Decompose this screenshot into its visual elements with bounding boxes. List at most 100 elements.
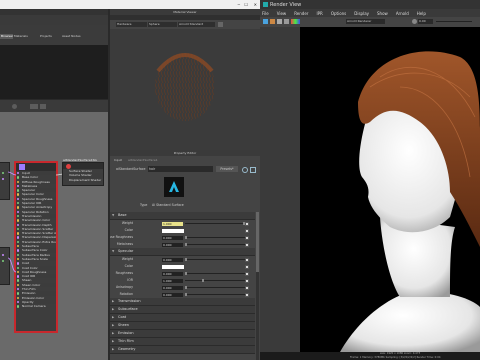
attribute-value-field[interactable]: 1.000 <box>162 221 183 226</box>
color-swatch[interactable] <box>162 228 184 233</box>
menu-arnold[interactable]: Arnold <box>396 11 409 16</box>
tab-shader[interactable]: aiStandardSurface1 <box>128 157 158 163</box>
slider-thumb[interactable] <box>185 243 187 246</box>
presets-button[interactable]: Presets* <box>216 166 238 172</box>
sg-attr[interactable]: Displacement Shader <box>63 178 103 182</box>
attribute-slider[interactable] <box>185 293 245 296</box>
attribute-slider[interactable] <box>185 258 245 261</box>
maximize-button[interactable]: ☐ <box>244 0 248 9</box>
link-icon[interactable] <box>242 167 248 173</box>
map-button-icon[interactable] <box>245 292 249 297</box>
section-thin-film[interactable]: Thin Film <box>110 338 255 346</box>
menu-file[interactable]: File <box>262 11 269 16</box>
attribute-value-field[interactable]: 0.000 <box>162 257 183 262</box>
attribute-value-field[interactable]: 1.000 <box>162 278 183 283</box>
browser-panel: Browser Materials Projects Asset Nodes <box>0 9 108 99</box>
section-sheen[interactable]: Sheen <box>110 322 255 330</box>
attribute-slider[interactable] <box>185 286 245 289</box>
attribute-slider[interactable] <box>185 272 245 275</box>
slider-thumb[interactable] <box>185 293 187 296</box>
refresh-icon[interactable] <box>250 167 256 173</box>
exposure-slider[interactable] <box>436 21 472 22</box>
map-button-icon[interactable] <box>245 278 249 283</box>
snapshot-icon[interactable] <box>284 19 289 24</box>
attribute-value-field[interactable]: 0.000 <box>162 285 183 290</box>
attribute-value-field[interactable]: 0.000 <box>162 235 183 240</box>
tab-materials[interactable]: Materials <box>14 34 28 39</box>
attribute-value-field[interactable]: 0.000 <box>162 271 183 276</box>
slider-thumb[interactable] <box>185 258 187 261</box>
refresh-icon[interactable] <box>277 19 282 24</box>
tab-asset-nodes[interactable]: Asset Nodes <box>62 34 81 39</box>
map-button-icon[interactable] <box>245 242 249 247</box>
attribute-label: Diffuse Roughness <box>110 235 133 239</box>
slider-thumb[interactable] <box>202 279 205 282</box>
section-subsurface[interactable]: Subsurface <box>110 306 255 314</box>
layout-icon[interactable] <box>30 104 38 109</box>
map-button-icon[interactable] <box>245 285 249 290</box>
map-button-icon[interactable] <box>245 235 249 240</box>
map-button-icon[interactable] <box>245 257 249 262</box>
shader-name-field[interactable]: hair <box>148 166 213 172</box>
menu-display[interactable]: Display <box>354 11 369 16</box>
attribute-row: Anisotropy 0.000 <box>110 284 255 291</box>
minimize-button[interactable]: ─ <box>238 0 240 9</box>
menu-view[interactable]: View <box>277 11 287 16</box>
rgb-icon[interactable] <box>291 19 300 24</box>
section-transmission[interactable]: Transmission <box>110 298 255 306</box>
render-view-statusbar: size: 1920 x 1080 zoom: 0.473 Frame: 1 M… <box>260 352 480 360</box>
renderer-dropdown[interactable]: Arnold Renderer <box>346 19 385 24</box>
map-button-icon[interactable] <box>245 264 249 269</box>
section-specular[interactable]: Specular <box>110 248 255 256</box>
hypershade-window: ─ ☐ ✕ Browser Materials Projects Asset N… <box>0 0 260 360</box>
renderer-dropdown[interactable]: Hardware <box>116 22 147 27</box>
tab-input[interactable]: Input <box>114 157 122 163</box>
slider-thumb[interactable] <box>185 272 187 275</box>
menu-ipr[interactable]: IPR <box>316 11 322 16</box>
property-scrollbar[interactable] <box>256 212 259 360</box>
menu-help[interactable]: Help <box>417 11 426 16</box>
attribute-label: Roughness <box>115 271 133 275</box>
menu-options[interactable]: Options <box>331 11 346 16</box>
map-button-icon[interactable] <box>245 221 249 226</box>
env-dropdown[interactable]: Arnold Standard <box>178 22 215 27</box>
attribute-value-field[interactable]: 0.000 <box>162 242 183 247</box>
exposure-field[interactable]: 0.00 <box>418 19 433 24</box>
render-view-titlebar: Render View <box>260 0 480 9</box>
graph-icon[interactable] <box>12 104 17 109</box>
node-editor-graph[interactable]: Input Base Color Diffuse Roughness Metalnes… <box>0 112 108 360</box>
attribute-slider[interactable] <box>185 222 245 225</box>
tab-projects[interactable]: Projects <box>40 34 52 39</box>
attribute-slider[interactable] <box>185 279 245 282</box>
scrollbar-thumb[interactable] <box>256 212 259 272</box>
ipr-icon[interactable] <box>270 19 275 24</box>
settings-icon[interactable] <box>218 22 223 27</box>
shape-dropdown[interactable]: Sphere <box>148 22 177 27</box>
attribute-label: Rotation <box>119 292 133 296</box>
attribute-scroll[interactable]: Base Weight 1.000 Color Diffuse Roughness 0.… <box>110 212 255 360</box>
attribute-value-field[interactable]: 0.000 <box>162 292 183 297</box>
map-button-icon[interactable] <box>245 228 249 233</box>
section-geometry[interactable]: Geometry <box>110 346 255 354</box>
section-emission[interactable]: Emission <box>110 330 255 338</box>
attribute-slider[interactable] <box>185 236 245 239</box>
slider-thumb[interactable] <box>185 236 187 239</box>
slider-thumb[interactable] <box>185 286 187 289</box>
section-base[interactable]: Base <box>110 212 255 220</box>
section-coat[interactable]: Coat <box>110 314 255 322</box>
sg-node-header[interactable]: aiStandardSurface1SG <box>63 158 103 169</box>
render-canvas[interactable] <box>300 27 480 352</box>
map-button-icon[interactable] <box>245 271 249 276</box>
attribute-slider[interactable] <box>185 243 245 246</box>
specular-attributes: Weight 0.000 Color Roughness 0.000 IOR 1.000 An… <box>110 256 255 298</box>
menu-show[interactable]: Show <box>377 11 388 16</box>
menu-render[interactable]: Render <box>294 11 308 16</box>
color-swatch[interactable] <box>162 264 184 269</box>
render-icon[interactable] <box>263 19 268 24</box>
shading-group-node[interactable]: aiStandardSurface1SG Surface Shader Volu… <box>62 158 104 186</box>
shoulders <box>340 291 480 352</box>
close-button[interactable]: ✕ <box>254 0 257 9</box>
frame-icon[interactable] <box>40 104 46 109</box>
attribute-label: Color <box>124 228 133 232</box>
browser-tab-active[interactable]: Browser <box>0 34 13 39</box>
